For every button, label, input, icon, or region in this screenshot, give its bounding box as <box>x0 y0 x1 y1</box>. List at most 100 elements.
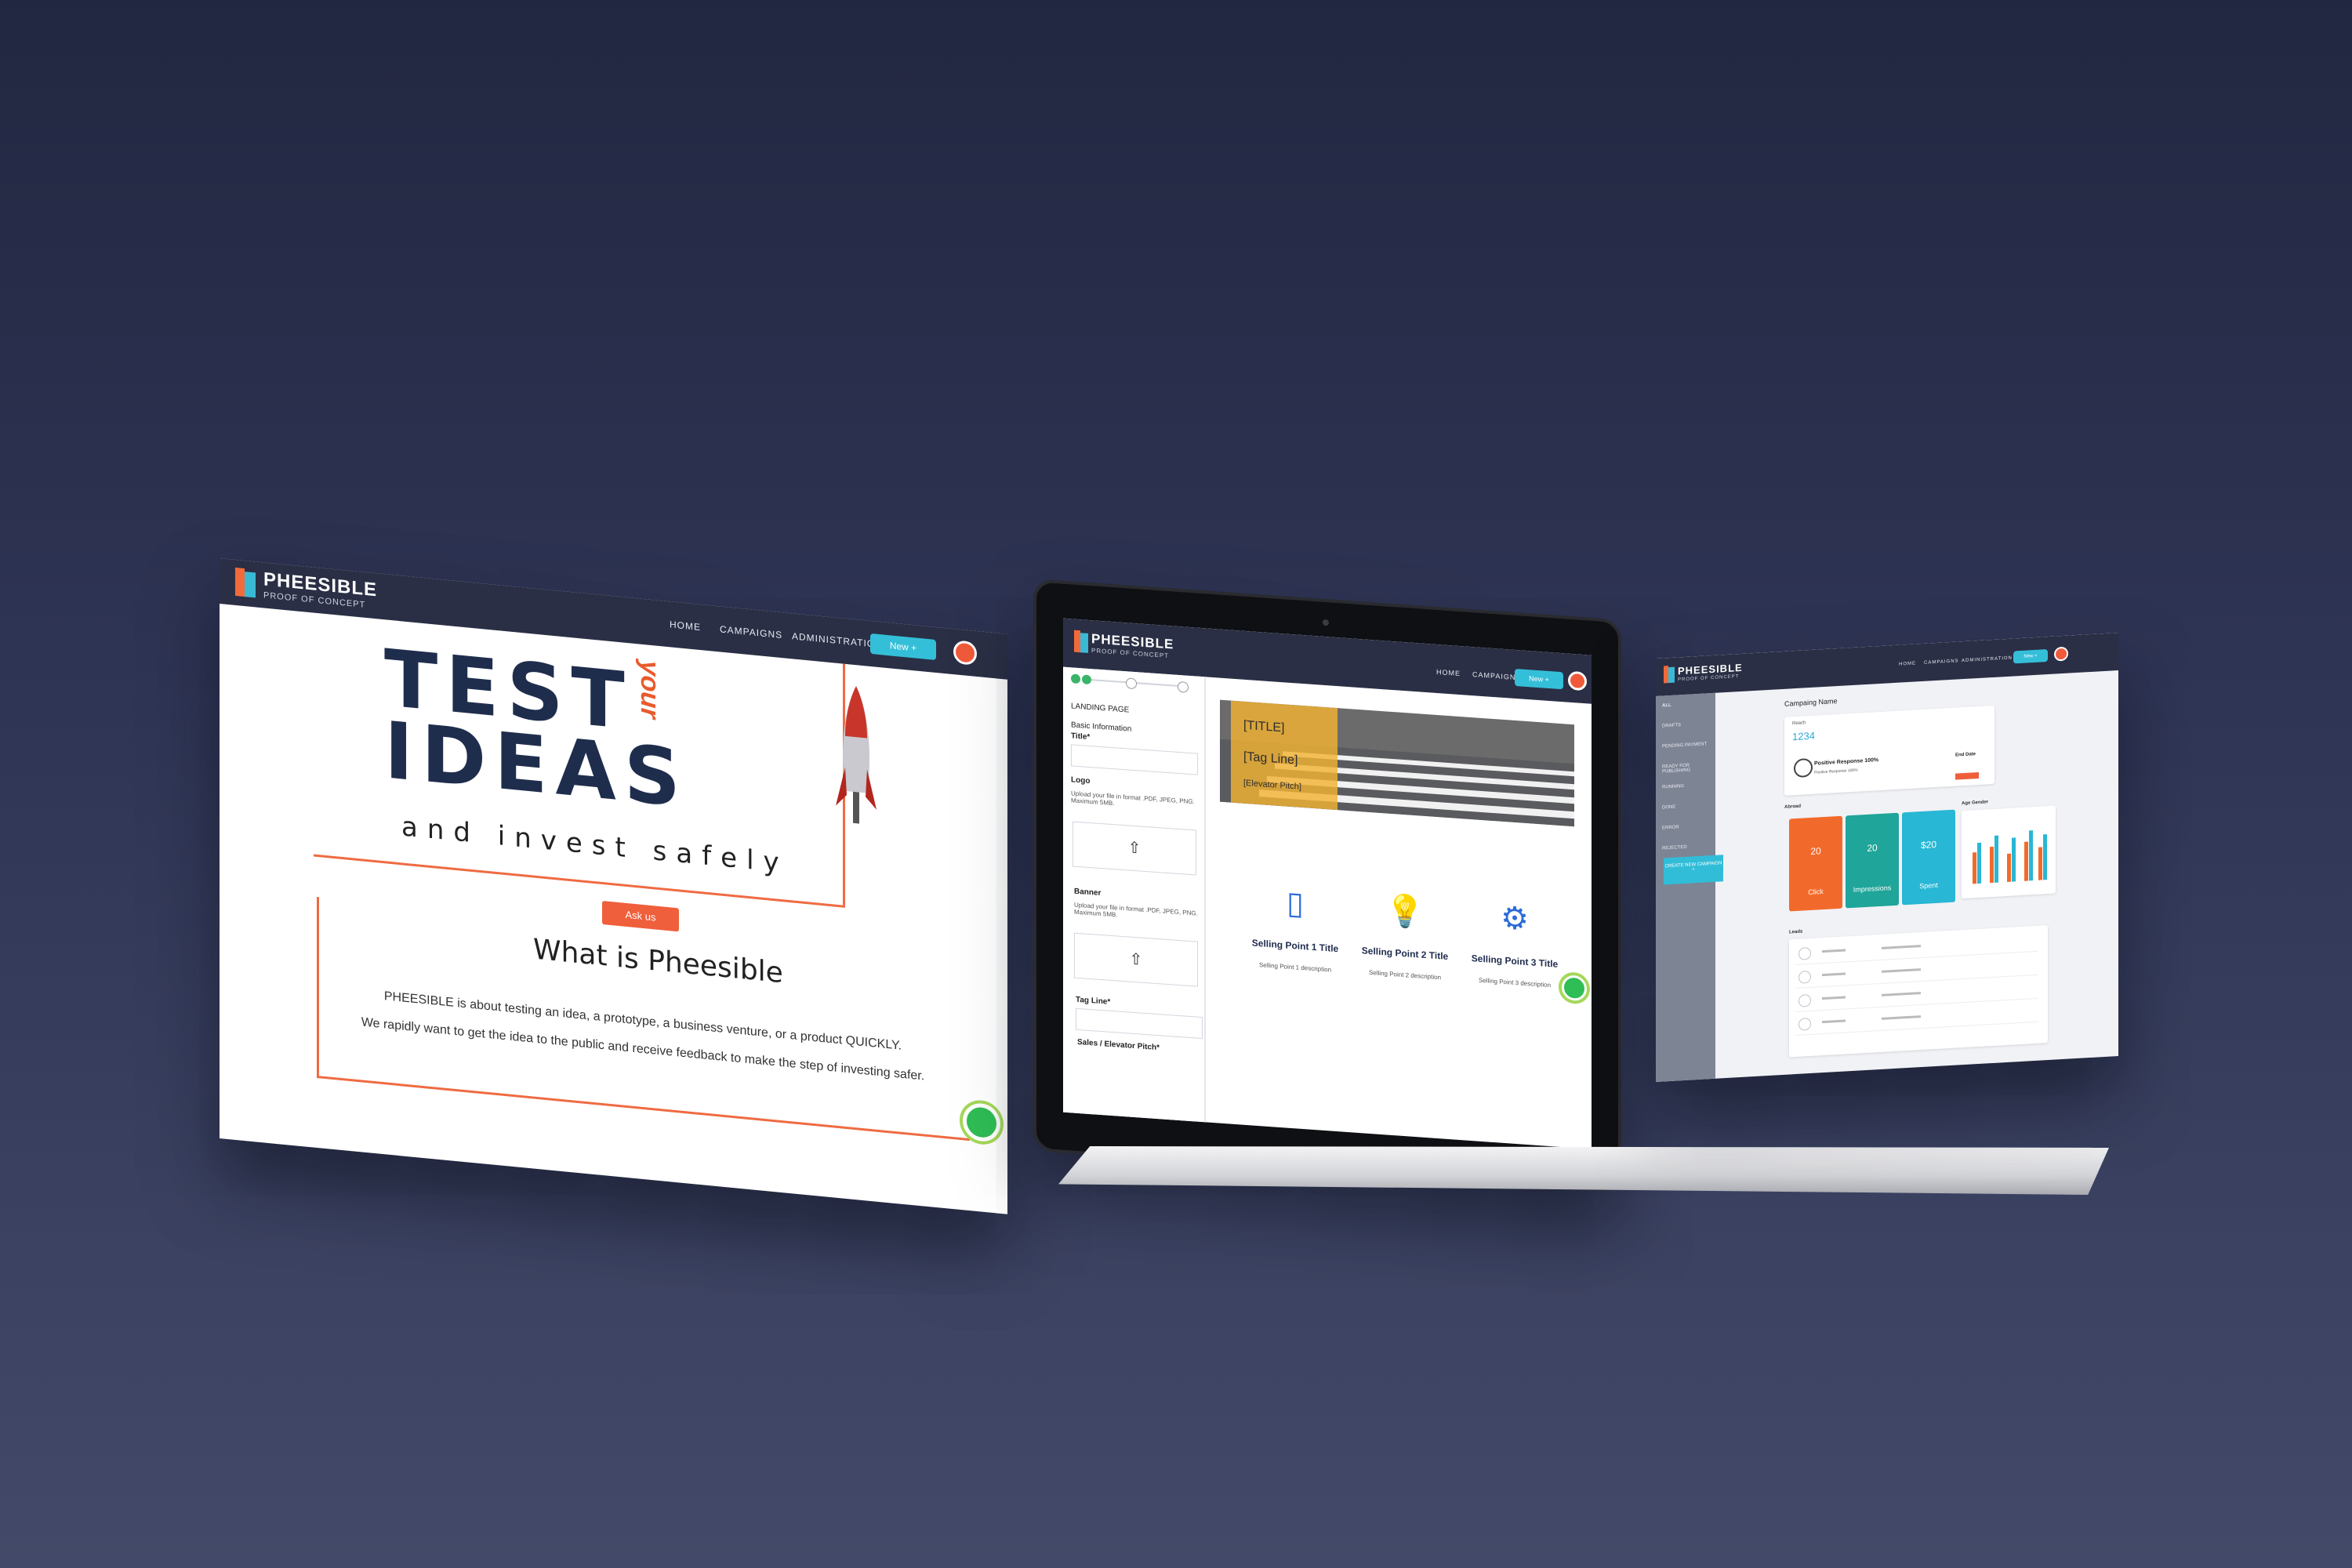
landing-preview-banner: [TITLE] [Tag Line] [Elevator Pitch] <box>1220 699 1574 827</box>
pheesible-logo-icon <box>1074 630 1088 653</box>
lead-name-placeholder <box>1822 949 1846 953</box>
phone-icon: ▯ <box>1286 885 1304 922</box>
chart-bar <box>1994 835 1998 883</box>
chart-bar <box>2029 830 2033 881</box>
lightbulb-icon: 💡 <box>1385 893 1425 931</box>
user-avatar[interactable] <box>1568 670 1587 691</box>
age-gender-label: Age Gender <box>1962 800 1989 807</box>
banner-label: Banner <box>1074 887 1102 898</box>
status-sidebar: ALL DRAFTS PENDING PAYMENT READY FOR PUB… <box>1656 692 1715 1082</box>
gears-icon: ⚙ <box>1501 900 1529 938</box>
pheesible-logo-icon <box>1664 666 1675 684</box>
impressions-tile[interactable]: 20 Impressions <box>1846 812 1899 909</box>
reach-summary-card: Reach 1234 Positive Response 100% Positi… <box>1784 705 1994 796</box>
chart-bar <box>2038 847 2042 880</box>
lead-avatar <box>1798 970 1811 984</box>
step-indicator[interactable] <box>1126 677 1137 690</box>
chart-bar <box>1973 852 1976 884</box>
lead-name-placeholder <box>1822 972 1846 977</box>
age-gender-bars <box>1969 817 2048 884</box>
hero-ideas: IDEAS <box>384 704 688 826</box>
chart-bar <box>2012 837 2016 882</box>
selling-point-2-desc: Selling Point 2 description <box>1368 968 1442 982</box>
title-input[interactable] <box>1071 744 1198 775</box>
nav-campaigns-link[interactable]: CAMPAIGNS <box>1924 659 1959 665</box>
rocket-icon <box>836 686 877 824</box>
more-button[interactable] <box>1955 771 1979 780</box>
nav-home-link[interactable]: HOME <box>670 619 701 633</box>
lead-avatar <box>1798 1017 1811 1031</box>
new-button[interactable]: New + <box>870 633 936 661</box>
age-gender-chart <box>1962 805 2056 899</box>
banner-help-text: Upload your file in format .PDF, JPEG, P… <box>1074 901 1198 919</box>
nav-home-link[interactable]: HOME <box>1436 668 1461 677</box>
nav-home-link[interactable]: HOME <box>1899 661 1916 666</box>
sidebar-item-drafts[interactable]: DRAFTS <box>1662 723 1681 728</box>
lead-name-placeholder <box>1822 996 1846 1000</box>
step-indicator[interactable] <box>1082 674 1091 685</box>
abroad-label: Abroad <box>1784 804 1801 810</box>
preview-title: [TITLE] <box>1243 718 1285 735</box>
banner-upload-box[interactable]: ⇧ <box>1074 932 1198 987</box>
chat-badge-icon[interactable] <box>1562 975 1587 1002</box>
tagline-input[interactable] <box>1076 1007 1203 1040</box>
upload-icon: ⇧ <box>1127 839 1142 858</box>
logo-upload-box[interactable]: ⇧ <box>1073 821 1196 876</box>
new-button[interactable]: New + <box>2013 649 2048 664</box>
nav-administration-link[interactable]: ADMINISTRATION <box>1962 656 2013 664</box>
positive-response-sub: Positive Response 100% <box>1814 768 1858 775</box>
sidebar-item-pending-payment[interactable]: PENDING PAYMENT <box>1662 742 1707 749</box>
nav-administration-link[interactable]: ADMINISTRATION <box>792 630 883 650</box>
positive-response: Positive Response 100% <box>1814 757 1879 767</box>
chart-bar <box>2007 853 2011 882</box>
leads-table <box>1789 925 2048 1058</box>
pheesible-logo-icon <box>235 567 256 598</box>
chart-bar <box>2043 834 2047 880</box>
sidebar-item-rejected[interactable]: REJECTED <box>1662 845 1687 851</box>
new-button[interactable]: New + <box>1515 668 1563 690</box>
chart-bar <box>2024 841 2028 881</box>
chart-bar <box>1977 842 1981 884</box>
selling-point-1-title: Selling Point 1 Title <box>1251 937 1339 955</box>
selling-point-3-title: Selling Point 3 Title <box>1471 953 1559 970</box>
webcam-icon <box>1323 619 1329 626</box>
clicks-label: Click <box>1808 887 1824 897</box>
landing-page-screen: PHEESIBLE PROOF OF CONCEPT HOME CAMPAIGN… <box>220 558 1007 1214</box>
pitch-label: Sales / Elevator Pitch* <box>1077 1037 1160 1053</box>
sidebar-item-ready-for-publishing[interactable]: READY FOR PUBLISHING <box>1662 762 1715 775</box>
clicks-tile[interactable]: 20 Click <box>1789 815 1842 912</box>
lead-email-placeholder <box>1882 968 1921 973</box>
step-indicator[interactable] <box>1071 673 1080 684</box>
hero-your: your <box>635 659 665 720</box>
lead-email-placeholder <box>1882 945 1921 949</box>
selling-point-2-title: Selling Point 2 Title <box>1361 945 1449 963</box>
user-avatar[interactable] <box>953 640 977 666</box>
tagline-label: Tag Line* <box>1076 995 1111 1007</box>
spent-tile[interactable]: $20 Spent <box>1902 809 1955 906</box>
nav-campaigns-link[interactable]: CAMPAIGNS <box>720 623 782 641</box>
lead-email-placeholder <box>1882 1015 1921 1020</box>
dashboard-screen: PHEESIBLE PROOF OF CONCEPT HOME CAMPAIGN… <box>1656 633 2118 1082</box>
title-label: Title* <box>1071 731 1091 742</box>
end-date-label: End Date <box>1955 752 1976 758</box>
user-avatar[interactable] <box>2054 646 2068 662</box>
step-indicator[interactable] <box>1178 681 1189 693</box>
logo-help-text: Upload your file in format .PDF, JPEG, P… <box>1071 789 1195 808</box>
spent-label: Spent <box>1919 880 1938 891</box>
lead-avatar <box>1798 946 1811 960</box>
logo-label: Logo <box>1071 775 1091 786</box>
sidebar-item-all[interactable]: ALL <box>1662 703 1671 709</box>
nav-campaigns-link[interactable]: CAMPAIGNS <box>1472 670 1521 681</box>
reach-value: 1234 <box>1792 729 1815 743</box>
editor-side-panel: LANDING PAGE Basic Information Title* Lo… <box>1063 666 1206 1124</box>
create-campaign-button[interactable]: CREATE NEW CAMPAIGN + <box>1664 855 1723 885</box>
sidebar-item-running[interactable]: RUNNING <box>1662 784 1684 790</box>
lead-avatar <box>1798 993 1811 1007</box>
sidebar-item-error[interactable]: ERROR <box>1662 825 1679 830</box>
reach-label: Reach <box>1792 720 1806 727</box>
sidebar-item-done[interactable]: DONE <box>1662 805 1675 811</box>
positive-response-icon <box>1794 757 1813 779</box>
campaign-editor-screen: PHEESIBLE PROOF OF CONCEPT HOME CAMPAIGN… <box>1063 618 1592 1149</box>
impressions-label: Impressions <box>1853 884 1892 894</box>
selling-point-3-desc: Selling Point 3 description <box>1478 976 1552 989</box>
